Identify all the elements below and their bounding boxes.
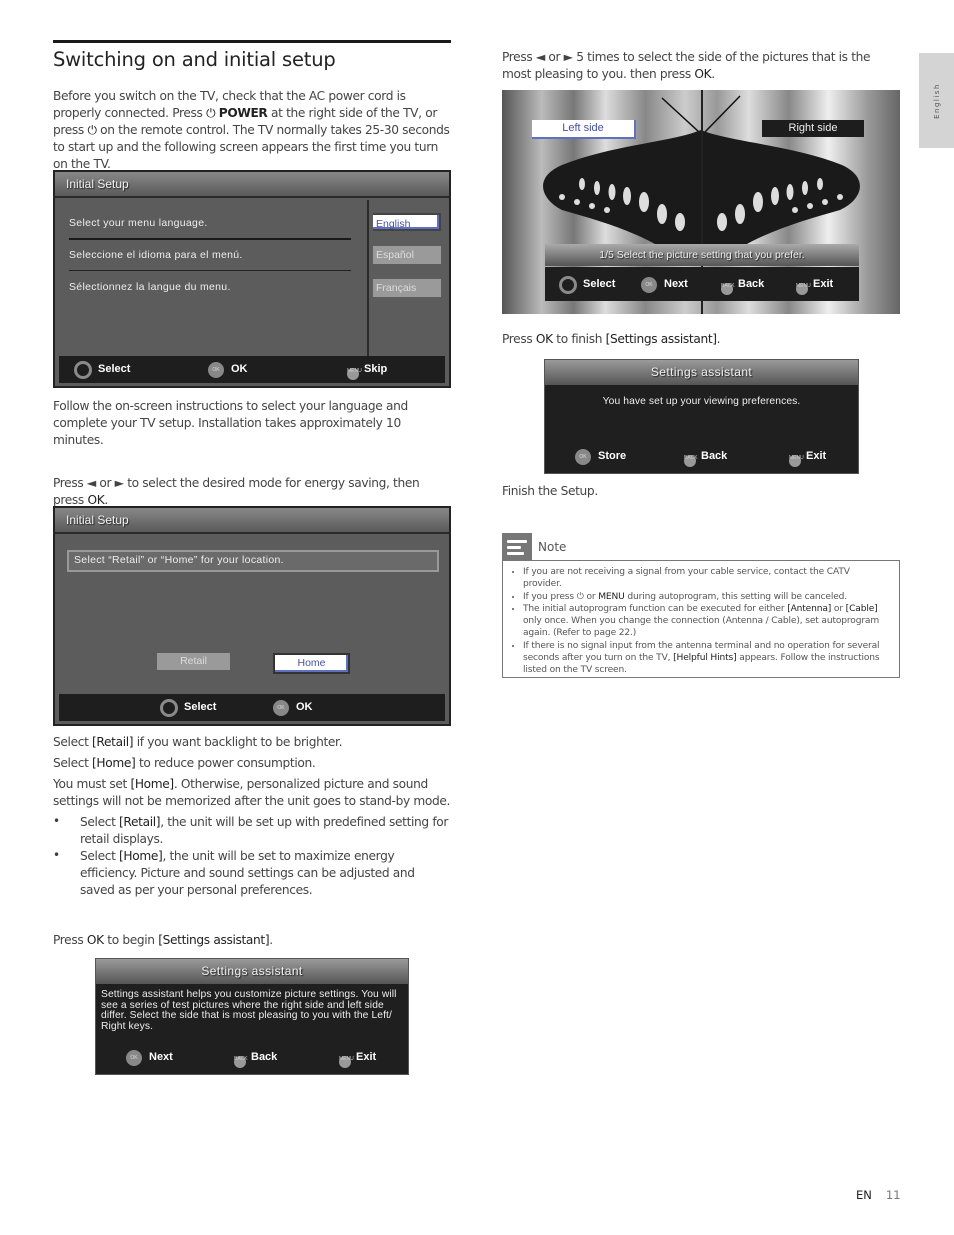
back-button-icon: BACK	[721, 282, 735, 295]
bullet-item: • Select [Retail], the unit will be set …	[53, 814, 449, 846]
screen-title: Initial Setup	[55, 508, 449, 534]
exit-hint: MENU Exit	[789, 443, 826, 470]
picture-hint: 1/5 Select the picture setting that you …	[545, 244, 859, 266]
finish-assistant-line: Press OK to finish [Settings assistant].	[502, 332, 721, 346]
divider	[69, 238, 351, 240]
menu-button-icon: MENU	[347, 367, 362, 380]
ok-button-icon: OK	[575, 448, 591, 465]
follow-block: Follow the on-screen instructions to sel…	[53, 398, 451, 509]
finish-setup-line: Finish the Setup.	[502, 484, 598, 498]
ok-button-icon: OK	[641, 276, 657, 293]
back-button-icon: BACK	[684, 454, 698, 467]
skip-hint: MENU Skip	[347, 356, 387, 383]
begin-line: Press OK to begin [Settings assistant].	[53, 933, 273, 947]
exit-hint: MENU Exit	[796, 271, 833, 298]
screen-title: Settings assistant	[96, 959, 408, 984]
retail-option[interactable]: Retail	[157, 653, 230, 670]
next-hint: OK Next	[641, 271, 688, 298]
picture-comparison-screen: Left side Right side 1/5 Select the pict…	[502, 90, 900, 314]
dpad-icon	[160, 698, 178, 717]
note-item: If you are not receiving a signal from y…	[523, 566, 891, 591]
back-hint: BACK Back	[721, 271, 764, 298]
screen-title: Settings assistant	[545, 360, 858, 385]
initial-setup-language-screen: Initial Setup Select your menu language.…	[53, 170, 451, 388]
screen-footer: OK Next BACK Back MENU Exit	[98, 1044, 406, 1071]
language-prompt-es: Seleccione el idioma para el menú.	[69, 249, 243, 261]
right-side-option[interactable]: Right side	[762, 120, 864, 137]
back-button-icon: BACK	[234, 1055, 248, 1068]
menu-button-icon: MENU	[789, 454, 804, 467]
menu-button-icon: MENU	[339, 1055, 354, 1068]
select-hint: Select	[559, 271, 615, 298]
note-item: The initial autoprogram function can be …	[523, 603, 891, 640]
note-list: If you are not receiving a signal from y…	[511, 566, 891, 677]
ok-hint: OK OK	[208, 356, 248, 383]
note-item: If there is no signal input from the ant…	[523, 640, 891, 677]
select-hint: Select	[74, 356, 130, 383]
language-option-english[interactable]: English	[373, 213, 441, 231]
initial-setup-location-screen: Initial Setup Select “Retail” or “Home” …	[53, 506, 451, 726]
must-line: You must set [Home]. Otherwise, personal…	[53, 777, 451, 808]
screen-title: Initial Setup	[55, 172, 449, 198]
note-title: Note	[538, 540, 567, 554]
power-icon: ⏻	[206, 106, 216, 120]
home-line: Select [Home] to reduce power consumptio…	[53, 756, 316, 770]
page-footer: EN 11	[856, 1188, 901, 1202]
language-prompt-en: Select your menu language.	[69, 217, 208, 229]
left-side-option[interactable]: Left side	[532, 120, 636, 139]
footer-language: EN	[856, 1188, 872, 1202]
note-header: Note	[502, 533, 566, 561]
language-side-tab: English	[919, 53, 954, 148]
note-box: If you are not receiving a signal from y…	[502, 560, 900, 678]
follow-paragraph: Follow the on-screen instructions to sel…	[53, 399, 408, 447]
note-icon	[502, 533, 532, 561]
ok-button-icon: OK	[126, 1049, 142, 1066]
retail-line: Select [Retail] if you want backlight to…	[53, 735, 343, 749]
ok-button-icon: OK	[273, 699, 289, 716]
settings-assistant-done-screen: Settings assistant You have set up your …	[544, 359, 859, 474]
dpad-icon	[74, 360, 92, 379]
assistant-description: Settings assistant helps you customize p…	[101, 989, 397, 1032]
left-column: Switching on and initial setup Before yo…	[53, 40, 451, 173]
energy-paragraph: Press ◄ or ► to select the desired mode …	[53, 476, 420, 507]
screen-footer: Select OK OK MENU Skip	[59, 356, 445, 383]
mode-explanation: Select [Retail] if you want backlight to…	[53, 734, 451, 949]
power-icon: ⏻	[87, 123, 97, 137]
menu-button-icon: MENU	[796, 282, 811, 295]
section-rule	[53, 40, 451, 43]
screen-footer: OK Store BACK Back MENU Exit	[547, 443, 856, 470]
exit-hint: MENU Exit	[339, 1044, 376, 1071]
dpad-icon	[559, 275, 577, 294]
back-hint: BACK Back	[234, 1044, 277, 1071]
power-icon: ⏻	[576, 591, 584, 602]
done-message: You have set up your viewing preferences…	[602, 396, 801, 407]
language-option-francais[interactable]: Français	[373, 279, 441, 297]
ok-button-icon: OK	[208, 361, 224, 378]
next-hint: OK Next	[126, 1044, 173, 1071]
power-key: POWER	[218, 106, 268, 120]
screen-footer: Select OK Next BACK Back MENU Exit	[545, 267, 859, 301]
location-prompt: Select “Retail” or “Home” for your locat…	[67, 550, 439, 572]
divider	[69, 270, 351, 271]
intro-paragraph: Before you switch on the TV, check that …	[53, 89, 450, 171]
language-prompt-fr: Sélectionnez la langue du menu.	[69, 281, 231, 293]
screen-footer: Select OK OK	[59, 694, 445, 721]
home-option[interactable]: Home	[273, 653, 350, 674]
right-column: Press ◄ or ► 5 times to select the side …	[502, 49, 900, 83]
page-number: 11	[885, 1188, 901, 1202]
divider	[367, 200, 369, 356]
press-five-paragraph: Press ◄ or ► 5 times to select the side …	[502, 50, 871, 81]
language-option-espanol[interactable]: Español	[373, 246, 441, 264]
bullet-item: • Select [Home], the unit will be set to…	[53, 848, 415, 897]
finish-block: Press OK to finish [Settings assistant].	[502, 331, 900, 348]
store-hint: OK Store	[575, 443, 626, 470]
note-item: If you press ⏻ or MENU during autoprogra…	[523, 591, 891, 603]
back-hint: BACK Back	[684, 443, 727, 470]
select-hint: Select	[160, 694, 216, 721]
page-title: Switching on and initial setup	[53, 48, 336, 71]
settings-assistant-intro-screen: Settings assistant Settings assistant he…	[95, 958, 409, 1075]
ok-hint: OK OK	[273, 694, 313, 721]
